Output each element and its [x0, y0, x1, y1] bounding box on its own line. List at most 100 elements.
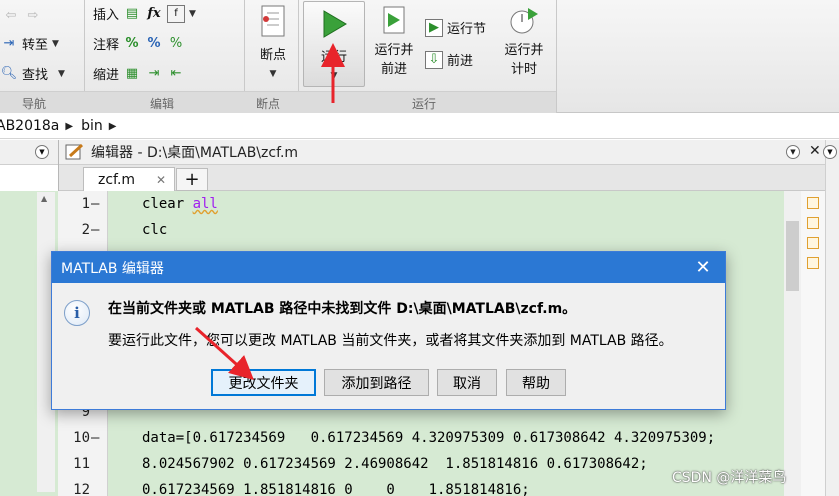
run-section-button[interactable]: ▶ 运行节 [425, 18, 486, 37]
run-time-label-1: 运行并 [504, 43, 544, 58]
indent-label: 缩进 [93, 68, 120, 83]
group-separator [556, 0, 557, 113]
run-group-label: 运行 [412, 97, 437, 111]
line-number: 2 [81, 222, 90, 238]
uncomment-icon[interactable]: % [145, 35, 163, 53]
fx-icon[interactable]: fx [145, 5, 163, 23]
code-text: 0.617234569 1.851814816 0 0 1.851814816; [142, 482, 530, 496]
advance-button[interactable]: ⇩ 前进 [425, 50, 473, 69]
chevron-right-icon[interactable]: ▶ [65, 121, 73, 132]
breakpoint-icon [261, 5, 285, 37]
executable-line-marker[interactable]: — [91, 191, 99, 217]
goto-arrow-icon: ⇥ [3, 36, 15, 51]
edit-group-label: 编辑 [150, 97, 175, 111]
increase-indent-icon[interactable]: ⇥ [145, 65, 163, 83]
smart-indent-icon[interactable]: ▦ [123, 65, 141, 83]
run-and-advance-button[interactable]: 运行并 前进 [372, 4, 416, 77]
run-section-icon: ▶ [425, 18, 443, 37]
run-advance-icon [383, 6, 405, 34]
chevron-down-icon: ▼ [58, 68, 65, 79]
cancel-button[interactable]: 取消 [437, 369, 497, 396]
search-icon: 🔍︎ [0, 66, 18, 81]
line-number: 12 [73, 482, 90, 496]
executable-line-marker[interactable]: — [91, 217, 99, 243]
code-text: data=[0.617234569 0.617234569 4.32097530… [142, 430, 716, 446]
executable-line-marker[interactable]: — [91, 425, 99, 451]
run-advance-label-1: 运行并 [374, 43, 414, 58]
dialog-heading: 在当前文件夹或 MATLAB 路径中未找到文件 D:\桌面\MATLAB\zcf… [108, 301, 577, 317]
breadcrumb-segment[interactable]: AB2018a [0, 118, 59, 134]
forward-arrow-icon[interactable]: ⇨ [24, 6, 42, 24]
code-keyword-all: all [192, 196, 218, 212]
chevron-down-icon: ▼ [189, 8, 196, 19]
breadcrumb-segment[interactable]: bin [81, 118, 103, 134]
change-folder-button[interactable]: 更改文件夹 [211, 369, 316, 396]
add-to-path-button[interactable]: 添加到路径 [324, 369, 429, 396]
code-line[interactable]: 10 — data=[0.617234569 0.617234569 4.320… [58, 425, 784, 451]
scroll-up-icon[interactable]: ▲ [41, 194, 47, 203]
run-section-label: 运行节 [447, 22, 487, 37]
code-analyzer-bar [801, 191, 825, 496]
editor-vertical-scrollbar[interactable] [784, 191, 801, 496]
comment-button[interactable]: 注释 % % % [93, 34, 185, 53]
run-time-label-2: 计时 [510, 62, 537, 77]
code-text: clc [142, 222, 168, 238]
panel-menu-icon[interactable]: ▼ [35, 145, 49, 159]
warning-marker-icon[interactable] [807, 237, 819, 249]
code-keyword-clear: clear [142, 196, 193, 212]
breakpoint-group-label: 断点 [256, 97, 281, 111]
goto-label: 转至 [22, 38, 49, 53]
code-text: 8.024567902 0.617234569 2.46908642 1.851… [142, 456, 648, 472]
chevron-down-icon: ▼ [269, 69, 277, 79]
wrap-comment-icon[interactable]: % [167, 35, 185, 53]
chevron-down-icon: ▼ [52, 38, 59, 49]
find-label: 查找 [22, 68, 49, 83]
code-line[interactable]: 2 — clc [58, 217, 784, 243]
line-number: 10 [73, 430, 90, 446]
stopwatch-icon [510, 8, 538, 34]
code-line[interactable]: 1 — clear all [58, 191, 784, 217]
close-icon[interactable]: ✕ [693, 256, 713, 278]
warning-marker-icon[interactable] [807, 197, 819, 209]
nav-group-label: 导航 [22, 97, 47, 111]
current-folder-breadcrumb[interactable]: AB2018a ▶ bin ▶ [0, 114, 839, 139]
run-button[interactable]: 运行 ▼ [303, 1, 365, 87]
percent-comment-icon[interactable]: % [123, 35, 141, 53]
warning-marker-icon[interactable] [807, 257, 819, 269]
file-not-found-dialog: MATLAB 编辑器 ✕ i 在当前文件夹或 MATLAB 路径中未找到文件 D… [51, 251, 726, 410]
csdn-watermark: CSDN @洋洋菜鸟 [672, 470, 787, 486]
panel-header: ▼ [0, 140, 58, 165]
workspace-panel-edge: ▼ [823, 140, 839, 496]
run-and-time-button[interactable]: 运行并 计时 [502, 4, 546, 77]
breakpoint-button[interactable]: 断点 ▼ [252, 4, 294, 79]
dialog-titlebar: MATLAB 编辑器 ✕ [52, 252, 725, 283]
function-icon[interactable]: f [167, 4, 186, 23]
code-text: clear all [142, 191, 218, 217]
dialog-message: 要运行此文件，您可以更改 MATLAB 当前文件夹，或者将其文件夹添加到 MAT… [108, 333, 673, 349]
decrease-indent-icon[interactable]: ⇤ [167, 65, 185, 83]
toolstrip-ribbon: ⇦ ⇨ ⇥ 转至 ▼ 🔍︎ 查找 ▼ 插入 ▤ fx f ▼ 注释 % % % … [0, 0, 839, 113]
insert-section-icon: ▤ [125, 6, 139, 21]
run-play-icon [323, 10, 347, 38]
info-icon: i [64, 300, 90, 326]
run-advance-label-2: 前进 [380, 62, 407, 77]
goto-button[interactable]: ⇥ 转至 ▼ [0, 34, 59, 53]
insert-button[interactable]: 插入 ▤ fx f ▼ [93, 4, 196, 23]
chevron-right-icon[interactable]: ▶ [109, 121, 117, 132]
scrollbar-thumb[interactable] [786, 221, 799, 291]
ribbon-group-labels: 导航 编辑 断点 运行 [0, 91, 556, 113]
run-label: 运行 [320, 50, 347, 65]
indent-button[interactable]: 缩进 ▦ ⇥ ⇤ [93, 64, 185, 83]
line-number: 1 [81, 196, 90, 212]
breakpoint-label: 断点 [259, 48, 286, 63]
help-button[interactable]: 帮助 [506, 369, 566, 396]
current-folder-panel: ▼ ▲ [0, 140, 58, 496]
chevron-down-icon: ▼ [330, 71, 338, 81]
insert-label: 插入 [93, 8, 120, 23]
warning-marker-icon[interactable] [807, 217, 819, 229]
find-button[interactable]: 🔍︎ 查找 ▼ [0, 64, 65, 83]
panel-menu-icon[interactable]: ▼ [823, 145, 837, 159]
nav-back-forward[interactable]: ⇦ ⇨ [2, 6, 42, 24]
back-arrow-icon[interactable]: ⇦ [2, 6, 20, 24]
dialog-title: MATLAB 编辑器 [61, 260, 164, 277]
